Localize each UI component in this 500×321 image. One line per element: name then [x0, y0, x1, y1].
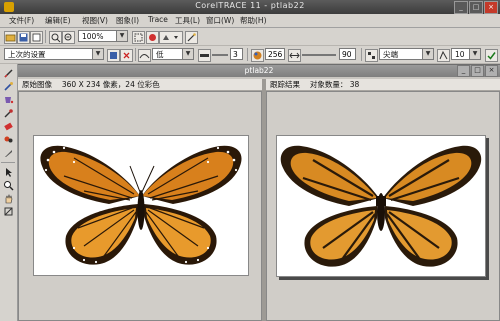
color-count-icon: [251, 49, 264, 62]
minimize-button[interactable]: _: [454, 1, 468, 14]
menu-image[interactable]: 图象(I): [116, 15, 139, 26]
doc-minimize-button[interactable]: _: [457, 65, 470, 77]
standard-toolbar: 100% ▼: [0, 28, 500, 46]
node-count-select[interactable]: 10 ▼: [451, 48, 481, 60]
close-button[interactable]: ×: [484, 1, 498, 14]
node-type-select[interactable]: 尖端 ▼: [379, 48, 434, 60]
menu-bar: 文件(F) 编辑(E) 视图(V) 图象(I) Trace 工具(L) 窗口(W…: [0, 14, 500, 28]
property-bar: 上次的设置 ▼ 低 ▼ 3 256 90 尖端 ▼ 10 ▼: [0, 46, 500, 64]
doc-close-button[interactable]: ×: [485, 65, 498, 77]
menu-window[interactable]: 窗口(W): [206, 15, 234, 26]
width-input[interactable]: 3: [230, 48, 243, 60]
knife-icon[interactable]: [3, 148, 14, 159]
colors-input[interactable]: 256: [265, 48, 285, 60]
smoothness-select[interactable]: 低 ▼: [152, 48, 194, 60]
node-count-value: 10: [455, 50, 465, 59]
menu-help[interactable]: 帮助(H): [240, 15, 267, 26]
fit-icon[interactable]: [132, 31, 145, 44]
zoom-in-icon[interactable]: [49, 31, 62, 44]
line-width-icon: [198, 49, 211, 62]
stop-icon[interactable]: [146, 31, 159, 44]
noise-slider[interactable]: [302, 54, 336, 56]
trace-mode-icon[interactable]: [159, 31, 183, 44]
zoom-icon[interactable]: [3, 180, 14, 191]
paint-icon[interactable]: [3, 134, 14, 145]
node-icon: [365, 49, 378, 62]
zoom-value: 100%: [82, 32, 104, 41]
original-image: [33, 135, 249, 276]
chevron-down-icon: ▼: [92, 49, 103, 59]
traced-butterfly: [280, 145, 482, 267]
separator: [361, 48, 362, 61]
noise-input[interactable]: 90: [339, 48, 356, 60]
eyedropper-icon[interactable]: [3, 108, 14, 119]
wand-icon[interactable]: [185, 31, 198, 44]
separator: [45, 30, 46, 43]
menu-trace[interactable]: Trace: [148, 15, 168, 24]
original-image-header: 原始图像 360 X 234 像素，24 位彩色: [18, 79, 262, 91]
open-icon[interactable]: [4, 31, 17, 44]
document-window: ptlab22 _ □ × 原始图像 360 X 234 像素，24 位彩色 跟…: [18, 65, 500, 321]
chevron-down-icon: ▼: [469, 49, 480, 59]
separator: [247, 48, 248, 61]
document-title: ptlab22: [244, 66, 274, 75]
menu-file[interactable]: 文件(F): [9, 15, 34, 26]
chevron-down-icon: ▼: [116, 31, 127, 41]
separator: [135, 48, 136, 61]
zoom-out-icon[interactable]: [62, 31, 75, 44]
apply-icon[interactable]: [485, 49, 498, 62]
save-icon[interactable]: [17, 31, 30, 44]
preset-value: 上次的设置: [8, 50, 46, 59]
menu-tools[interactable]: 工具(L): [175, 15, 200, 26]
delete-preset-icon[interactable]: [120, 49, 133, 62]
node-type-value: 尖端: [383, 50, 398, 59]
export-icon[interactable]: [30, 31, 43, 44]
original-image-pane: 原始图像 360 X 234 像素，24 位彩色: [18, 79, 262, 321]
chevron-down-icon: ▼: [422, 49, 433, 59]
brush-icon[interactable]: [3, 81, 14, 92]
menu-view[interactable]: 视图(V): [82, 15, 108, 26]
result-canvas[interactable]: [266, 91, 500, 321]
arrow-icon[interactable]: [3, 167, 14, 178]
chevron-down-icon: ▼: [182, 49, 193, 59]
window-title: CorelTRACE 11 - ptlab22: [195, 1, 305, 10]
butterfly-photo: [40, 145, 242, 265]
original-canvas[interactable]: [18, 91, 262, 321]
hand-icon[interactable]: [3, 193, 14, 204]
save-preset-icon[interactable]: [107, 49, 120, 62]
pan-icon[interactable]: [3, 206, 14, 217]
smoothing-icon: [138, 49, 151, 62]
preset-select[interactable]: 上次的设置 ▼: [4, 48, 104, 60]
zoom-combo[interactable]: 100% ▼: [78, 30, 128, 42]
menu-edit[interactable]: 编辑(E): [45, 15, 71, 26]
eraser-icon[interactable]: [3, 121, 14, 132]
trace-result-header: 跟踪结果 对象数量： 38: [266, 79, 500, 91]
maximize-button[interactable]: □: [469, 1, 483, 14]
title-bar: CorelTRACE 11 - ptlab22 _ □ ×: [0, 0, 500, 14]
doc-maximize-button[interactable]: □: [471, 65, 484, 77]
node-reduce-icon: [437, 49, 450, 62]
document-title-bar: ptlab22 _ □ ×: [18, 65, 500, 77]
smoothness-value: 低: [156, 50, 164, 59]
noise-icon: [288, 49, 301, 62]
traced-image: [276, 135, 486, 277]
separator: [1, 162, 15, 163]
toolbox: [0, 64, 18, 321]
pencil-icon[interactable]: [3, 68, 14, 79]
trace-result-pane: 跟踪结果 对象数量： 38: [266, 79, 500, 321]
fill-icon[interactable]: [3, 94, 14, 105]
width-slider[interactable]: [212, 54, 228, 56]
